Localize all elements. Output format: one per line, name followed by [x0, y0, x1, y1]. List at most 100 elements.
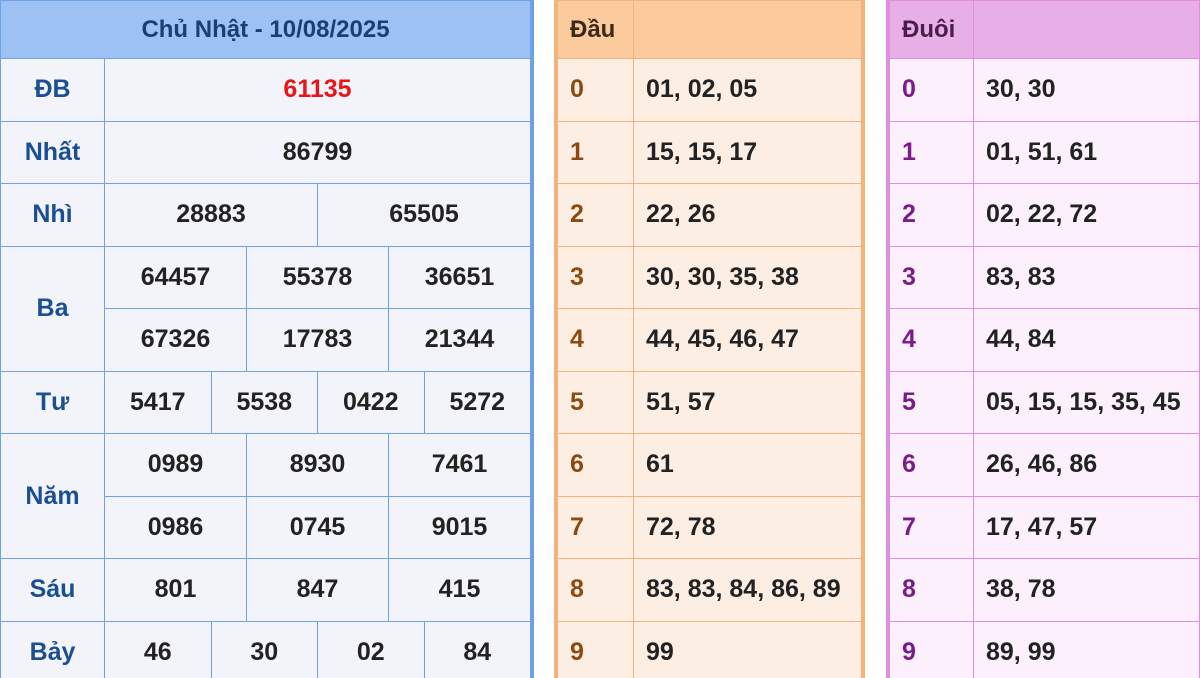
- prize-label-sau: Sáu: [0, 558, 105, 622]
- duoi-values: 01, 51, 61: [973, 120, 1200, 184]
- prize-value-tu: 0422: [317, 370, 425, 434]
- dau-header-blank: [633, 0, 862, 59]
- duoi-row: 5 05, 15, 15, 35, 45: [889, 370, 1200, 434]
- prize-value-bay: 02: [317, 620, 425, 678]
- prize-row-nam: Năm 0989 8930 7461: [0, 433, 531, 559]
- duoi-key: 8: [889, 558, 974, 622]
- dau-values: 72, 78: [633, 495, 862, 559]
- dau-values: 61: [633, 433, 862, 497]
- prize-row-sau: Sáu 801 847 415: [0, 558, 531, 622]
- duoi-row: 6 26, 46, 86: [889, 433, 1200, 497]
- prize-value-bay: 84: [423, 620, 531, 678]
- prize-value-tu: 5272: [423, 370, 531, 434]
- results-table: Chủ Nhật - 10/08/2025 ĐB 61135 Nhất 8679…: [0, 0, 531, 678]
- duoi-values: 30, 30: [973, 58, 1200, 122]
- duoi-row: 2 02, 22, 72: [889, 183, 1200, 247]
- prize-label-bay: Bảy: [0, 620, 105, 678]
- prize-row-db: ĐB 61135: [0, 58, 531, 122]
- dau-header-row: Đầu: [557, 0, 862, 59]
- dau-values: 99: [633, 620, 862, 678]
- dau-values: 44, 45, 46, 47: [633, 308, 862, 372]
- prize-label-db: ĐB: [0, 58, 105, 122]
- prize-value-sau: 801: [104, 558, 247, 622]
- dau-key: 6: [557, 433, 634, 497]
- prize-value-tu: 5417: [104, 370, 212, 434]
- dau-key: 5: [557, 370, 634, 434]
- dau-key: 2: [557, 183, 634, 247]
- duoi-key: 4: [889, 308, 974, 372]
- prize-value-sau: 847: [246, 558, 389, 622]
- prize-value-ba: 36651: [388, 245, 531, 309]
- dau-key: 4: [557, 308, 634, 372]
- duoi-key: 3: [889, 245, 974, 309]
- prize-row-nhi: Nhì 28883 65505: [0, 183, 531, 247]
- dau-values: 22, 26: [633, 183, 862, 247]
- dau-key: 0: [557, 58, 634, 122]
- duoi-panel: Đuôi 0 30, 30 1 01, 51, 61 2 02, 22, 72 3 83…: [886, 0, 1200, 678]
- duoi-values: 89, 99: [973, 620, 1200, 678]
- prize-label-nhat: Nhất: [0, 120, 105, 184]
- prize-value-nhi: 28883: [104, 183, 318, 247]
- prize-label-tu: Tư: [0, 370, 105, 434]
- duoi-header-blank: [973, 0, 1200, 59]
- prize-value-nhat: 86799: [104, 120, 531, 184]
- dau-values: 15, 15, 17: [633, 120, 862, 184]
- duoi-values: 83, 83: [973, 245, 1200, 309]
- prize-value-nam: 8930: [246, 433, 389, 497]
- duoi-key: 6: [889, 433, 974, 497]
- prize-value-nam: 9015: [388, 495, 531, 559]
- prize-value-tu: 5538: [210, 370, 318, 434]
- dau-row: 6 61: [557, 433, 862, 497]
- dau-row: 2 22, 26: [557, 183, 862, 247]
- dau-key: 3: [557, 245, 634, 309]
- prize-value-ba: 21344: [388, 308, 531, 372]
- prize-value-db: 61135: [104, 58, 531, 122]
- duoi-row: 1 01, 51, 61: [889, 120, 1200, 184]
- dau-header-label: Đầu: [557, 0, 634, 59]
- duoi-values: 26, 46, 86: [973, 433, 1200, 497]
- duoi-row: 9 89, 99: [889, 620, 1200, 678]
- duoi-values: 05, 15, 15, 35, 45: [973, 370, 1200, 434]
- duoi-values: 02, 22, 72: [973, 183, 1200, 247]
- dau-row: 0 01, 02, 05: [557, 58, 862, 122]
- duoi-key: 9: [889, 620, 974, 678]
- prize-value-sau: 415: [388, 558, 531, 622]
- prize-value-ba: 67326: [104, 308, 247, 372]
- duoi-key: 5: [889, 370, 974, 434]
- duoi-row: 3 83, 83: [889, 245, 1200, 309]
- prize-value-nam: 0989: [104, 433, 247, 497]
- dau-key: 8: [557, 558, 634, 622]
- dau-values: 51, 57: [633, 370, 862, 434]
- prize-value-nam: 0745: [246, 495, 389, 559]
- duoi-row: 0 30, 30: [889, 58, 1200, 122]
- prize-value-ba: 17783: [246, 308, 389, 372]
- prize-value-nam: 0986: [104, 495, 247, 559]
- duoi-key: 7: [889, 495, 974, 559]
- prize-value-ba: 55378: [246, 245, 389, 309]
- dau-row: 9 99: [557, 620, 862, 678]
- dau-row: 7 72, 78: [557, 495, 862, 559]
- duoi-values: 17, 47, 57: [973, 495, 1200, 559]
- prize-value-ba: 64457: [104, 245, 247, 309]
- duoi-table: Đuôi 0 30, 30 1 01, 51, 61 2 02, 22, 72 3 83…: [889, 0, 1200, 678]
- prize-row-bay: Bảy 46 30 02 84: [0, 620, 531, 678]
- prize-value-bay: 46: [104, 620, 212, 678]
- duoi-header-row: Đuôi: [889, 0, 1200, 59]
- duoi-row: 4 44, 84: [889, 308, 1200, 372]
- dau-row: 1 15, 15, 17: [557, 120, 862, 184]
- prize-value-bay: 30: [210, 620, 318, 678]
- dau-values: 83, 83, 84, 86, 89: [633, 558, 862, 622]
- dau-key: 9: [557, 620, 634, 678]
- dau-values: 30, 30, 35, 38: [633, 245, 862, 309]
- dau-panel: Đầu 0 01, 02, 05 1 15, 15, 17 2 22, 26 3 30,…: [554, 0, 865, 678]
- duoi-values: 38, 78: [973, 558, 1200, 622]
- prize-value-nam: 7461: [388, 433, 531, 497]
- dau-row: 3 30, 30, 35, 38: [557, 245, 862, 309]
- duoi-row: 8 38, 78: [889, 558, 1200, 622]
- dau-row: 4 44, 45, 46, 47: [557, 308, 862, 372]
- dau-row: 5 51, 57: [557, 370, 862, 434]
- duoi-header-label: Đuôi: [889, 0, 974, 59]
- dau-row: 8 83, 83, 84, 86, 89: [557, 558, 862, 622]
- prize-row-tu: Tư 5417 5538 0422 5272: [0, 370, 531, 434]
- prize-label-nam: Năm: [0, 433, 105, 559]
